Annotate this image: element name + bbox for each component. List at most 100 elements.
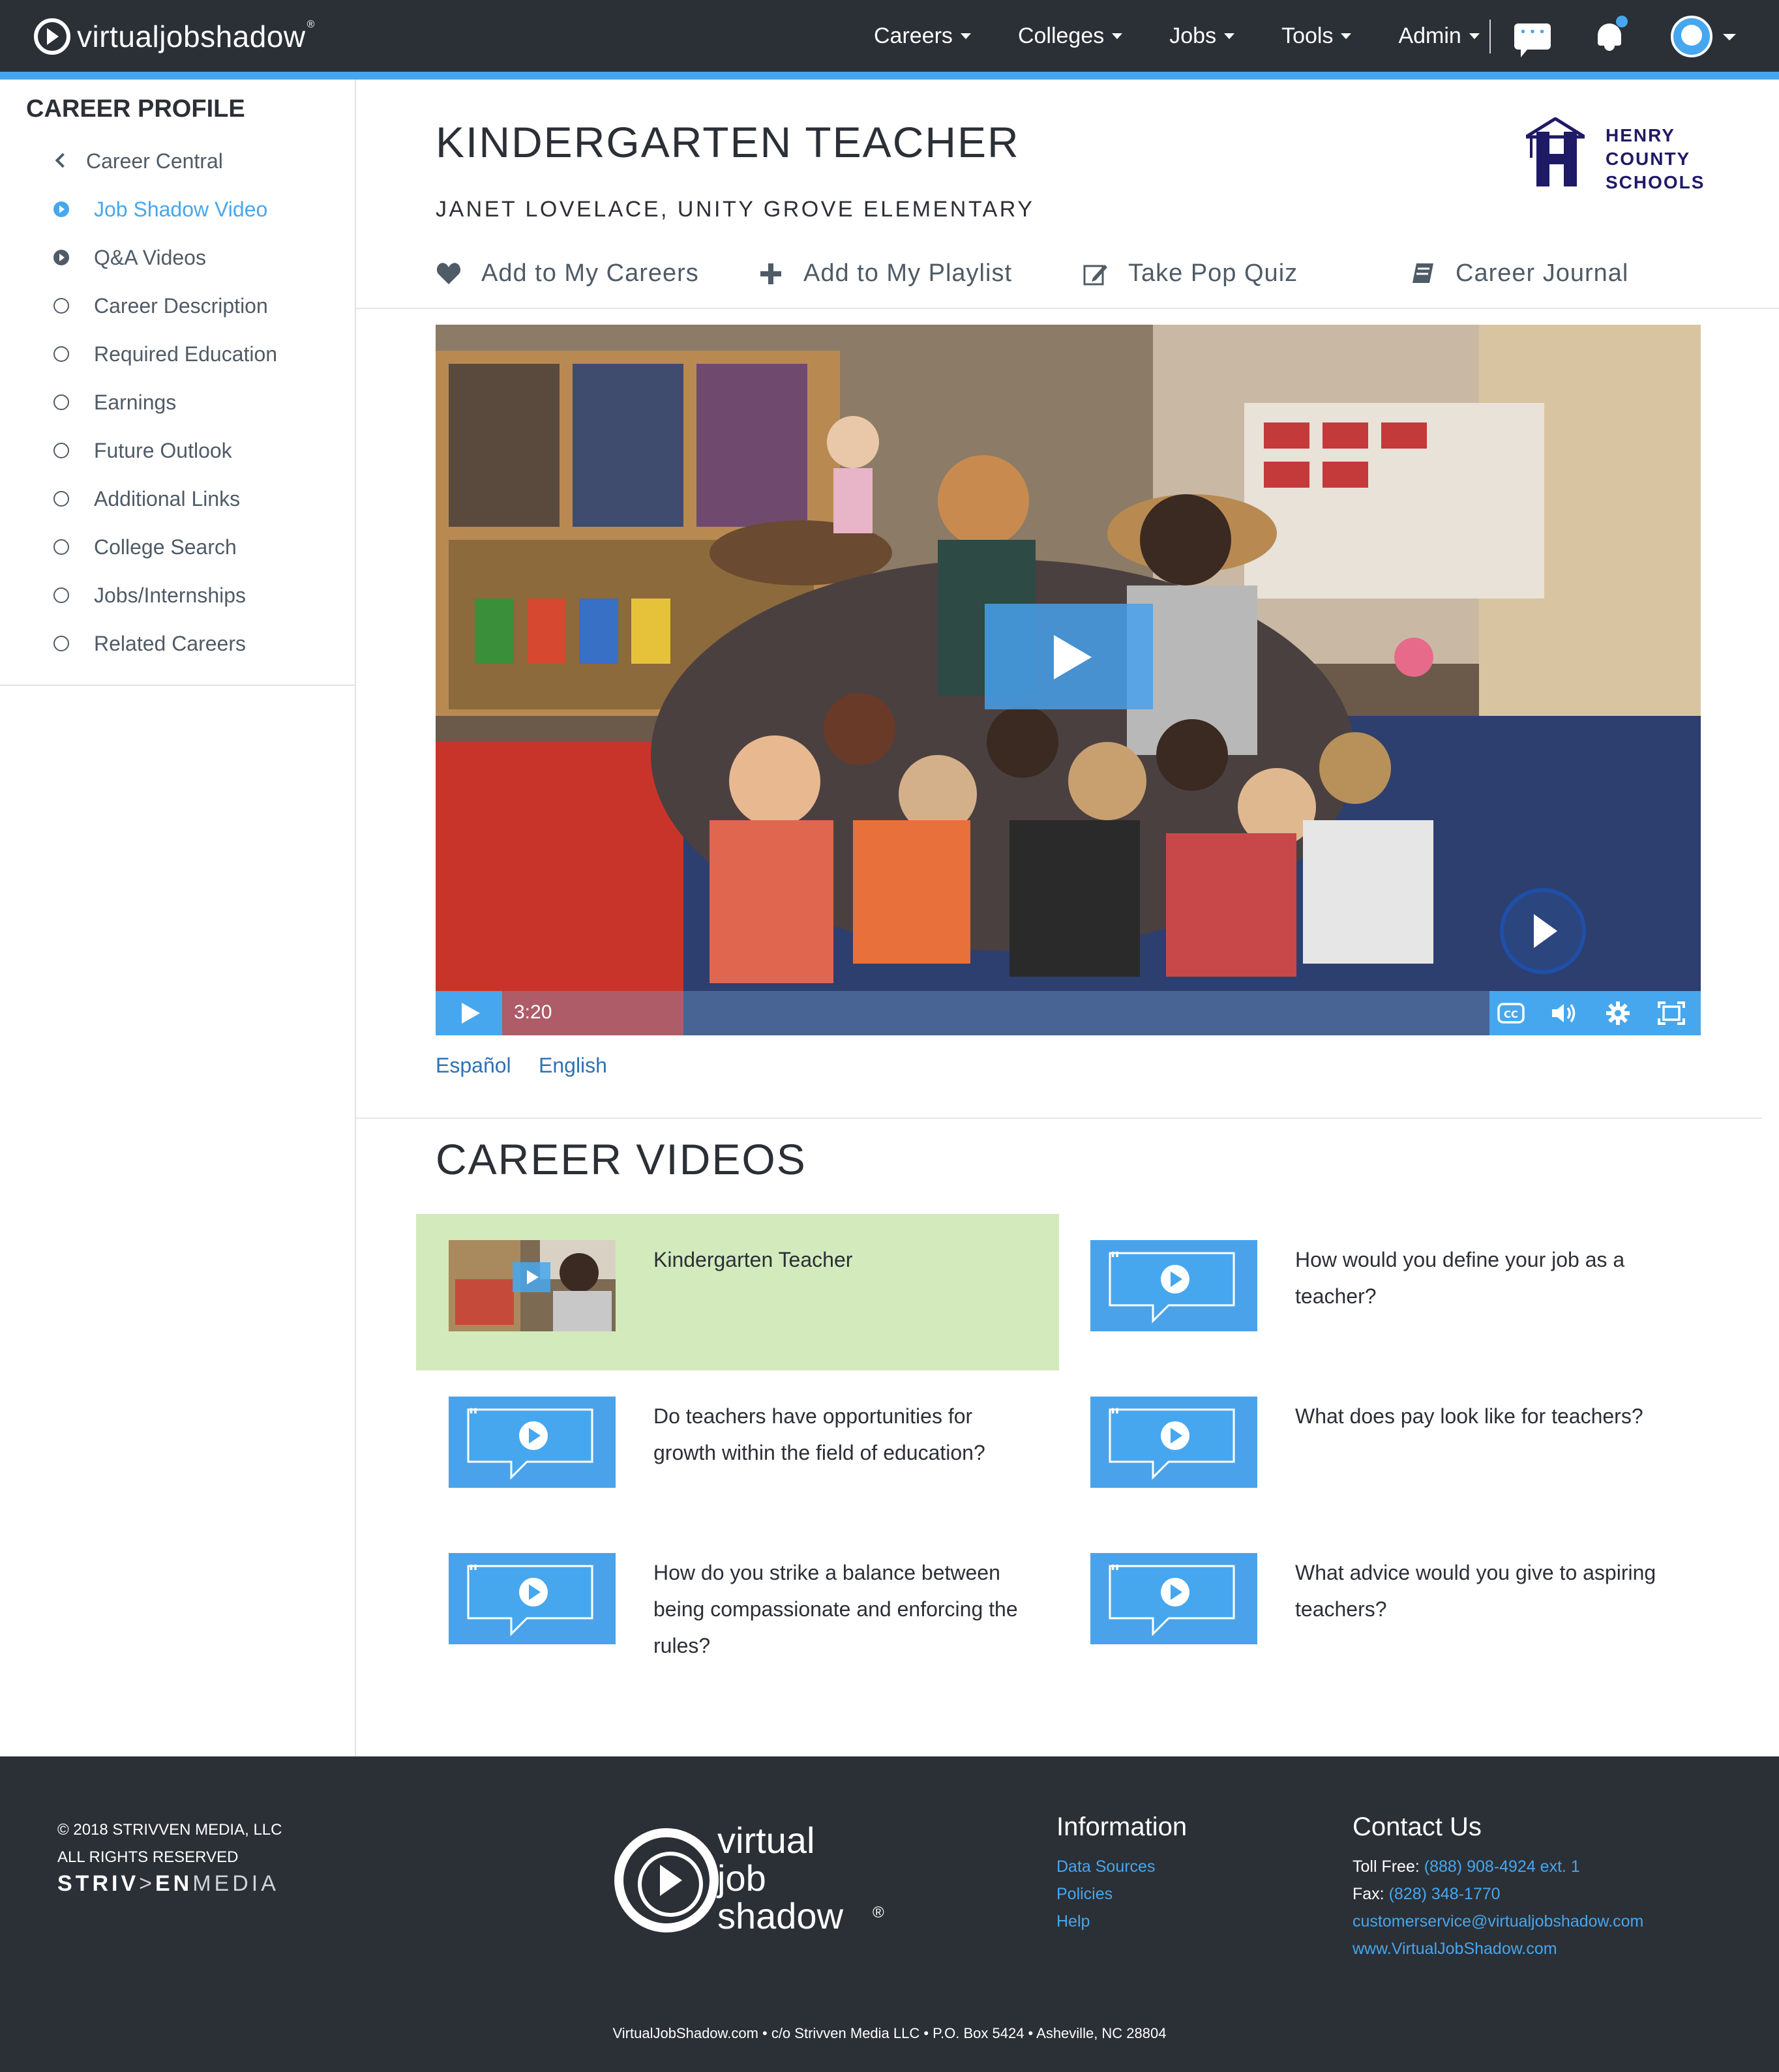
play-circle-icon: [53, 250, 69, 265]
video-play-button[interactable]: [985, 604, 1153, 709]
sidebar-item-related-careers[interactable]: Related Careers: [0, 619, 355, 668]
language-espanol-link[interactable]: Español: [436, 1054, 511, 1078]
career-video-item[interactable]: " How do you strike a balance between be…: [416, 1527, 1059, 1683]
book-icon: [1413, 263, 1433, 283]
career-video-item[interactable]: " How would you define your job as a tea…: [1058, 1214, 1701, 1370]
section-divider: [356, 1117, 1762, 1119]
chevron-down-icon: [1112, 33, 1123, 39]
main-nav: Careers Colleges Jobs Tools Admin: [874, 0, 1527, 72]
brand-logo[interactable]: virtualjobshadow ®: [34, 17, 315, 56]
notification-dot: [1616, 16, 1628, 27]
video-time: 3:20: [514, 1001, 552, 1023]
play-circle-icon: [53, 201, 69, 217]
sidebar-item-future-outlook[interactable]: Future Outlook: [0, 426, 355, 475]
nav-careers[interactable]: Careers: [874, 23, 971, 49]
page-title: KINDERGARTEN TEACHER: [436, 118, 1020, 166]
footer-vjs-logo: virtual job shadow ®: [614, 1822, 888, 1939]
footer-information-title: Information: [1056, 1813, 1188, 1841]
footer: © 2018 STRIVVEN MEDIA, LLC ALL RIGHTS RE…: [0, 1756, 1779, 2072]
footer-information-links: Data Sources Policies Help: [1056, 1853, 1155, 1935]
toll-free-phone-link[interactable]: (888) 908-4924 ext. 1: [1424, 1857, 1580, 1876]
chevron-down-icon[interactable]: [1723, 34, 1736, 40]
school-logo: HENRY COUNTY SCHOOLS: [1519, 107, 1709, 192]
sidebar-item-career-description[interactable]: Career Description: [0, 282, 355, 330]
sidebar-item-jobs-internships[interactable]: Jobs/Internships: [0, 571, 355, 619]
add-to-my-playlist-button[interactable]: Add to My Playlist: [758, 259, 1012, 288]
heart-icon: [436, 262, 461, 284]
sidebar-item-qa-videos[interactable]: Q&A Videos: [0, 233, 355, 282]
career-video-item[interactable]: Kindergarten Teacher: [416, 1214, 1059, 1370]
chevron-down-icon: [960, 33, 971, 39]
school-h-logo-icon: [1526, 117, 1585, 186]
take-pop-quiz-button[interactable]: Take Pop Quiz: [1083, 259, 1298, 288]
career-actions: Add to My Careers Add to My Playlist Tak…: [436, 259, 1714, 292]
svg-text:CC: CC: [1504, 1009, 1518, 1020]
footer-contact-info: Toll Free: (888) 908-4924 ext. 1 Fax: (8…: [1353, 1853, 1643, 1962]
video-controls-right: CC: [1489, 991, 1701, 1035]
settings-gear-icon[interactable]: [1603, 999, 1633, 1028]
career-video-item[interactable]: " What advice would you give to aspiring…: [1058, 1527, 1701, 1683]
add-to-my-careers-button[interactable]: Add to My Careers: [436, 259, 699, 288]
footer-address: VirtualJobShadow.com • c/o Strivven Medi…: [612, 2025, 1167, 2041]
qa-video-thumbnail-icon: ": [1090, 1397, 1257, 1488]
language-english-link[interactable]: English: [539, 1054, 607, 1078]
sidebar: CAREER PROFILE Career Central Job Shadow…: [0, 80, 356, 1756]
chevron-down-icon: [1224, 33, 1235, 39]
plus-icon: [760, 263, 781, 284]
sidebar-item-additional-links[interactable]: Additional Links: [0, 475, 355, 523]
video-player[interactable]: 3:20 CC: [436, 325, 1701, 1035]
footer-copyright: © 2018 STRIVVEN MEDIA, LLC ALL RIGHTS RE…: [57, 1821, 282, 1866]
circle-icon: [53, 587, 69, 603]
sidebar-item-earnings[interactable]: Earnings: [0, 378, 355, 426]
vjs-play-icon: [614, 1828, 719, 1932]
career-videos-title: CAREER VIDEOS: [436, 1135, 807, 1183]
control-play-button[interactable]: [436, 991, 502, 1035]
footer-link-policies[interactable]: Policies: [1056, 1880, 1155, 1908]
sidebar-item-college-search[interactable]: College Search: [0, 523, 355, 571]
career-video-item[interactable]: " What does pay look like for teachers?: [1058, 1370, 1701, 1527]
top-navbar: virtualjobshadow ® Careers Colleges Jobs …: [0, 0, 1779, 72]
notification-bell-icon[interactable]: [1596, 16, 1628, 52]
qa-video-thumbnail-icon: ": [1090, 1553, 1257, 1644]
chevron-down-icon: [1341, 33, 1352, 39]
brand-play-icon: [34, 18, 70, 55]
volume-icon[interactable]: [1549, 999, 1579, 1028]
fullscreen-icon[interactable]: [1656, 999, 1686, 1028]
circle-icon: [53, 443, 69, 458]
chat-icon[interactable]: [1514, 23, 1551, 57]
school-logo-text: HENRY COUNTY SCHOOLS: [1606, 125, 1705, 192]
circle-icon: [53, 491, 69, 507]
circle-icon: [53, 394, 69, 410]
nav-divider: [1489, 20, 1491, 53]
career-journal-button[interactable]: Career Journal: [1410, 259, 1628, 288]
sidebar-item-job-shadow-video[interactable]: Job Shadow Video: [0, 185, 355, 233]
svg-text:": ": [1110, 1561, 1120, 1584]
chevron-left-icon: [55, 153, 70, 168]
sidebar-item-career-central[interactable]: Career Central: [0, 137, 355, 185]
sidebar-item-required-education[interactable]: Required Education: [0, 330, 355, 378]
edit-icon: [1083, 264, 1107, 285]
video-thumbnail: [449, 1240, 616, 1331]
sidebar-divider: [0, 685, 355, 686]
footer-link-data-sources[interactable]: Data Sources: [1056, 1853, 1155, 1880]
play-watermark-icon: [1500, 888, 1586, 974]
svg-text:": ": [1110, 1405, 1120, 1428]
video-control-bar: 3:20 CC: [436, 991, 1701, 1035]
svg-text:": ": [468, 1405, 479, 1428]
header-divider: [356, 308, 1779, 309]
website-link[interactable]: www.VirtualJobShadow.com: [1353, 1935, 1643, 1962]
svg-text:": ": [468, 1561, 479, 1584]
fax-number[interactable]: (828) 348-1770: [1389, 1885, 1501, 1903]
user-avatar[interactable]: [1671, 16, 1712, 57]
nav-tools[interactable]: Tools: [1281, 23, 1352, 49]
svg-text:": ": [1110, 1249, 1120, 1271]
closed-captions-icon[interactable]: CC: [1496, 999, 1526, 1028]
career-video-item[interactable]: " Do teachers have opportunities for gro…: [416, 1370, 1059, 1527]
nav-admin[interactable]: Admin: [1398, 23, 1480, 49]
nav-colleges[interactable]: Colleges: [1018, 23, 1123, 49]
contact-email-link[interactable]: customerservice@virtualjobshadow.com: [1353, 1908, 1643, 1935]
strivven-media-logo: STRIV>ENMEDIA: [57, 1871, 279, 1896]
chevron-down-icon: [1469, 33, 1480, 39]
nav-jobs[interactable]: Jobs: [1169, 23, 1235, 49]
footer-link-help[interactable]: Help: [1056, 1908, 1155, 1935]
